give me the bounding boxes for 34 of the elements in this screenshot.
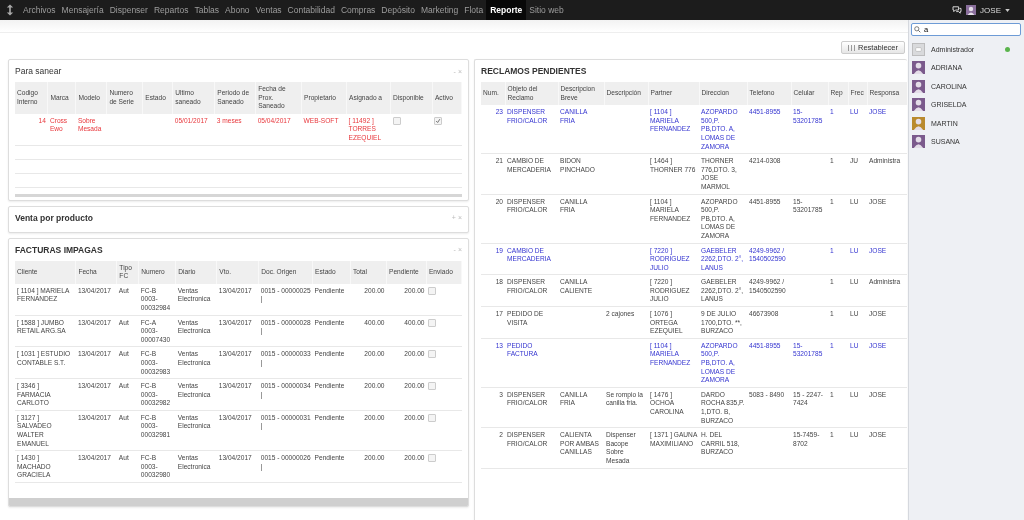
horizontal-scrollbar[interactable]: [9, 497, 468, 506]
up-down-arrows-icon[interactable]: [6, 4, 14, 16]
nav-menu-item[interactable]: Dispenser: [106, 0, 151, 20]
horizontal-scrollbar[interactable]: [15, 193, 462, 197]
nav-menu-item[interactable]: Contabilidad: [284, 0, 338, 20]
nav-menu-item[interactable]: Repartos: [150, 0, 192, 20]
nav-menu-item[interactable]: Depósito: [378, 0, 418, 20]
nav-menu-item[interactable]: Archivos: [20, 0, 59, 20]
nav-menu-item[interactable]: Abono: [222, 0, 253, 20]
nav-menu-item[interactable]: Reporte: [486, 0, 527, 20]
caret-icon[interactable]: [1005, 8, 1010, 12]
columns-icon: [847, 44, 855, 51]
chat-bubbles-icon[interactable]: [952, 6, 963, 14]
panel-title: Para sanear: [15, 66, 62, 76]
panel-title: RECLAMOS PENDIENTES: [481, 66, 587, 76]
checkbox[interactable]: [434, 116, 443, 125]
checkbox[interactable]: [428, 350, 437, 359]
nav-menu-item[interactable]: Mensajería: [58, 0, 107, 20]
nav-menu-item[interactable]: Marketing: [417, 0, 462, 20]
checkbox[interactable]: [428, 286, 437, 295]
nav-menu-item[interactable]: Ventas: [252, 0, 285, 20]
checkbox[interactable]: [392, 116, 401, 125]
panel-title: FACTURAS IMPAGAS: [15, 244, 103, 255]
checkbox[interactable]: [428, 454, 437, 463]
panel-title: Venta por producto: [15, 212, 93, 223]
nav-menu-item[interactable]: Sitio web: [526, 0, 567, 20]
nav-menu-item[interactable]: Flota: [461, 0, 487, 20]
nav-menu-item[interactable]: Compras: [337, 0, 379, 20]
checkbox[interactable]: [428, 318, 437, 327]
nav-menu-item[interactable]: Tablas: [191, 0, 222, 20]
user-avatar-icon[interactable]: [966, 5, 977, 15]
checkbox[interactable]: [428, 382, 437, 391]
user-name[interactable]: JOSE: [980, 5, 1001, 15]
checkbox[interactable]: [428, 413, 437, 422]
